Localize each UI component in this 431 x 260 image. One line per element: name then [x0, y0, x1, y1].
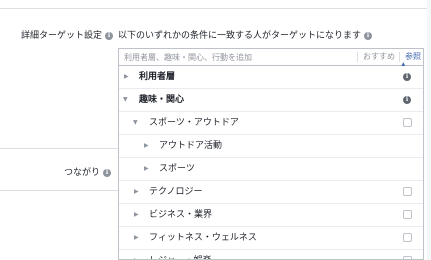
category-checkbox[interactable]	[403, 256, 412, 259]
chevron-down-icon[interactable]: ▼	[133, 112, 138, 134]
info-icon[interactable]: i	[364, 31, 373, 40]
info-icon[interactable]: i	[103, 168, 112, 177]
targeting-search-input[interactable]	[124, 49, 344, 65]
browse-dropdown[interactable]: ▶ 利用者層 i ▼ 趣味・関心 i ▼ スポーツ・アウトドア ▶ アウトドア活…	[118, 66, 424, 260]
top-divider	[0, 8, 427, 9]
scrollbar-track[interactable]	[427, 0, 431, 260]
left-divider-bottom	[0, 190, 118, 191]
connections-text: つながり	[64, 168, 101, 178]
category-sports-outdoors[interactable]: ▼ スポーツ・アウトドア	[119, 112, 423, 134]
detailed-targeting-text: 詳細ターゲット設定	[21, 31, 103, 41]
chevron-down-icon[interactable]: ▼	[123, 89, 128, 111]
detailed-targeting-label: 詳細ターゲット設定 i	[21, 28, 114, 41]
category-interests[interactable]: ▼ 趣味・関心 i	[119, 89, 423, 111]
category-outdoor-activities[interactable]: ▶ アウトドア活動	[119, 135, 423, 157]
suggestions-button[interactable]: おすすめ	[357, 52, 395, 62]
chevron-right-icon[interactable]: ▶	[134, 181, 139, 203]
category-checkbox[interactable]	[403, 210, 412, 219]
targeting-description-text: 以下のいずれかの条件に一致する人がターゲットになります	[118, 31, 362, 41]
targeting-description: 以下のいずれかの条件に一致する人がターゲットになります i	[118, 28, 373, 41]
chevron-right-icon[interactable]: ▶	[134, 227, 139, 249]
category-technology[interactable]: ▶ テクノロジー	[119, 181, 423, 203]
category-fitness-wellness[interactable]: ▶ フィットネス・ウェルネス	[119, 227, 423, 249]
connections-label: つながり i	[64, 165, 112, 178]
targeting-search-box[interactable]: おすすめ 参照 ▲	[118, 48, 424, 68]
info-icon[interactable]: i	[105, 31, 114, 40]
category-checkbox[interactable]	[403, 118, 412, 127]
category-leisure-entertainment[interactable]: ▶ レジャー・娯楽	[119, 250, 423, 259]
category-demographics[interactable]: ▶ 利用者層 i	[119, 66, 423, 88]
info-icon[interactable]: i	[403, 73, 411, 81]
left-divider	[0, 148, 118, 149]
chevron-right-icon[interactable]: ▶	[134, 204, 139, 226]
category-checkbox[interactable]	[403, 187, 412, 196]
info-icon[interactable]: i	[403, 96, 411, 104]
category-checkbox[interactable]	[403, 233, 412, 242]
chevron-right-icon[interactable]: ▶	[124, 66, 129, 88]
category-sports[interactable]: ▶ スポーツ	[119, 158, 423, 180]
chevron-right-icon[interactable]: ▶	[144, 158, 149, 180]
chevron-right-icon[interactable]: ▶	[134, 250, 139, 259]
chevron-right-icon[interactable]: ▶	[144, 135, 149, 157]
category-business-industry[interactable]: ▶ ビジネス・業界	[119, 204, 423, 226]
